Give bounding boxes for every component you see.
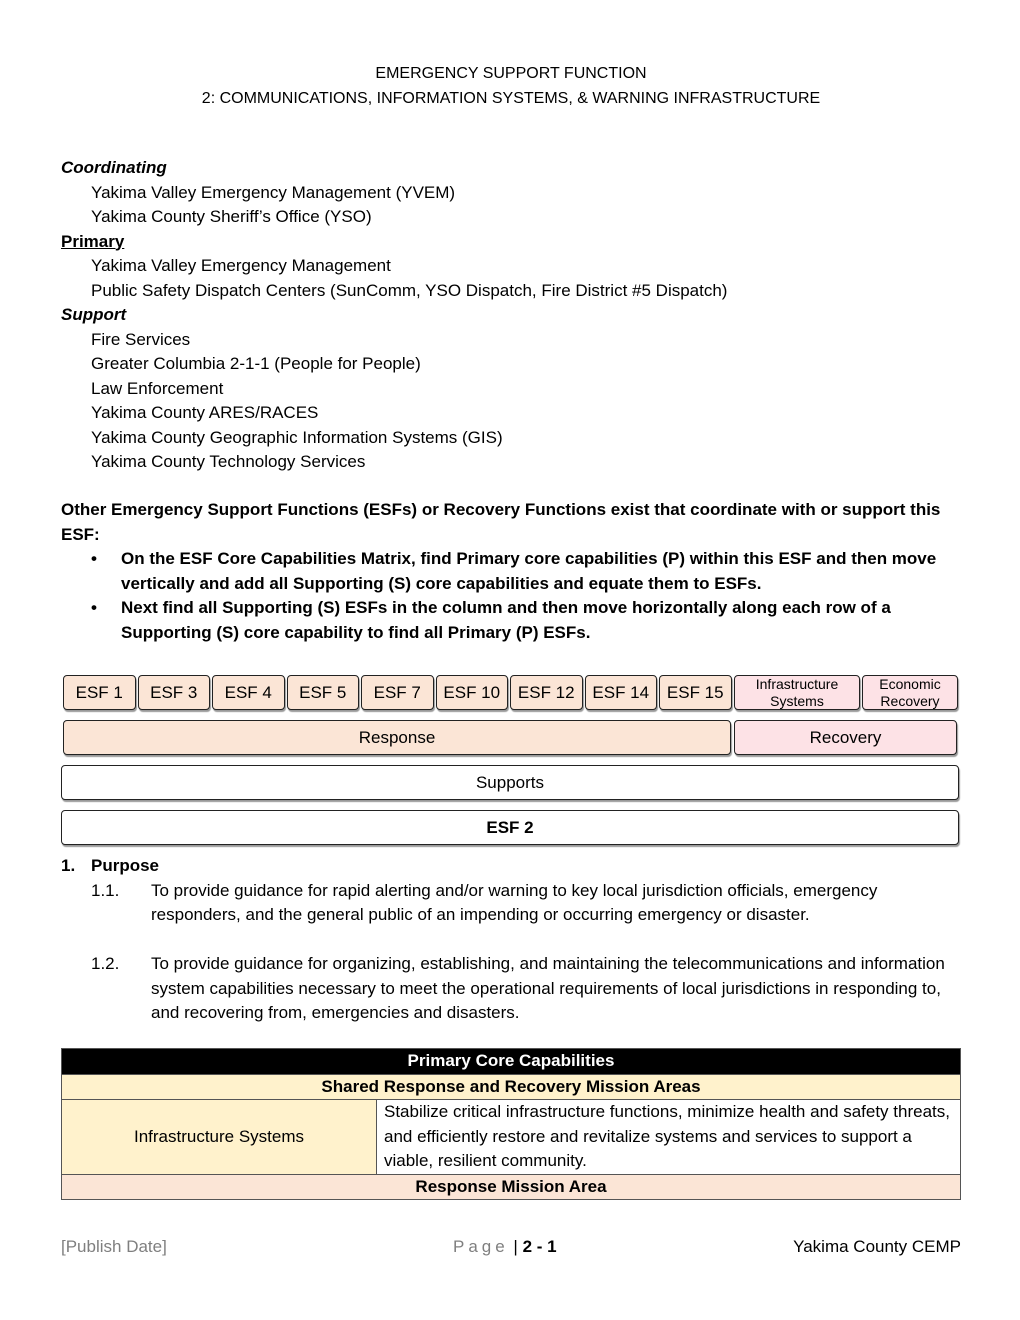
capability-name: Infrastructure Systems [61, 1099, 377, 1175]
coordinating-agency: Yakima Valley Emergency Management (YVEM… [91, 182, 456, 202]
supports-box: Supports [61, 765, 959, 800]
table-row: Infrastructure Systems Stabilize critica… [61, 1099, 961, 1175]
shared-mission-header: Shared Response and Recovery Mission Are… [61, 1073, 961, 1100]
purpose-item-number: 1.2. [91, 954, 120, 973]
primary-agency: Public Safety Dispatch Centers (SunComm,… [91, 280, 728, 300]
coordinating-agency: Yakima County Sheriff’s Office (YSO) [91, 207, 372, 226]
capability-description: Stabilize critical infrastructure functi… [376, 1099, 961, 1175]
document-title: EMERGENCY SUPPORT FUNCTION 2: COMMUNICAT… [61, 61, 961, 111]
other-esfs-bullets: On the ESF Core Capabilities Matrix, fin… [61, 547, 961, 645]
page-footer: [Publish Date] Page | 2 - 1 Yakima Count… [61, 1237, 961, 1262]
purpose-item-text: To provide guidance for organizing, esta… [151, 954, 945, 1022]
bullet-item: Next find all Supporting (S) ESFs in the… [91, 596, 961, 645]
purpose-number: 1. [61, 856, 76, 875]
agencies-section: Coordinating Yakima Valley Emergency Man… [61, 156, 961, 475]
coordinating-heading: Coordinating [61, 158, 167, 177]
table-header: Primary Core Capabilities [61, 1048, 961, 1075]
support-agency: Fire Services [91, 329, 191, 349]
purpose-item: 1.2. To provide guidance for organizing,… [61, 952, 961, 1026]
esf-box: ESF 15 [659, 675, 732, 710]
support-agency: Greater Columbia 2-1-1 (People for Peopl… [91, 354, 421, 373]
purpose-heading: Purpose [91, 856, 160, 875]
other-esfs-intro: Other Emergency Support Functions (ESFs)… [61, 500, 941, 544]
purpose-item-number: 1.1. [91, 880, 120, 900]
title-line-1: EMERGENCY SUPPORT FUNCTION [375, 65, 647, 82]
support-agency: Yakima County ARES/RACES [91, 403, 319, 422]
primary-agency: Yakima Valley Emergency Management [91, 256, 391, 275]
purpose-item: 1.1. To provide guidance for rapid alert… [61, 879, 961, 928]
title-line-2: 2: COMMUNICATIONS, INFORMATION SYSTEMS, … [201, 90, 821, 107]
response-box: Response [63, 720, 731, 755]
purpose-item-text: To provide guidance for rapid alerting a… [151, 880, 878, 925]
recovery-box: Recovery [734, 720, 957, 755]
recovery-function-box: Economic Recovery [862, 675, 958, 710]
publish-date: [Publish Date] [61, 1237, 167, 1256]
support-agency: Yakima County Geographic Information Sys… [91, 427, 503, 447]
support-agency: Law Enforcement [91, 378, 224, 398]
esf-2-box: ESF 2 [61, 810, 959, 845]
response-mission-header: Response Mission Area [61, 1173, 961, 1200]
page-label: Page [453, 1237, 509, 1256]
page-number: 2 - 1 [522, 1237, 557, 1256]
esf-box: ESF 14 [584, 675, 657, 710]
primary-core-capabilities-table: Primary Core Capabilities Shared Respons… [61, 1048, 961, 1200]
esf-box: ESF 5 [286, 675, 359, 710]
esf-box: ESF 10 [435, 675, 508, 710]
esf-box: ESF 3 [137, 675, 210, 710]
recovery-function-box: Infrastructure Systems [734, 675, 860, 710]
page-number-block: Page | 2 - 1 [453, 1237, 557, 1256]
document-name: Yakima County CEMP [793, 1237, 961, 1256]
support-heading: Support [61, 305, 127, 324]
purpose-section: 1. Purpose 1.1. To provide guidance for … [61, 854, 961, 1026]
esf-box: ESF 1 [63, 675, 136, 710]
support-agency: Yakima County Technology Services [91, 452, 366, 471]
primary-heading: Primary [61, 231, 125, 251]
esf-box: ESF 12 [510, 675, 583, 710]
other-esfs-section: Other Emergency Support Functions (ESFs)… [61, 498, 961, 645]
bullet-item: On the ESF Core Capabilities Matrix, fin… [91, 547, 961, 596]
esf-box: ESF 4 [212, 675, 285, 710]
esf-box: ESF 7 [361, 675, 434, 710]
